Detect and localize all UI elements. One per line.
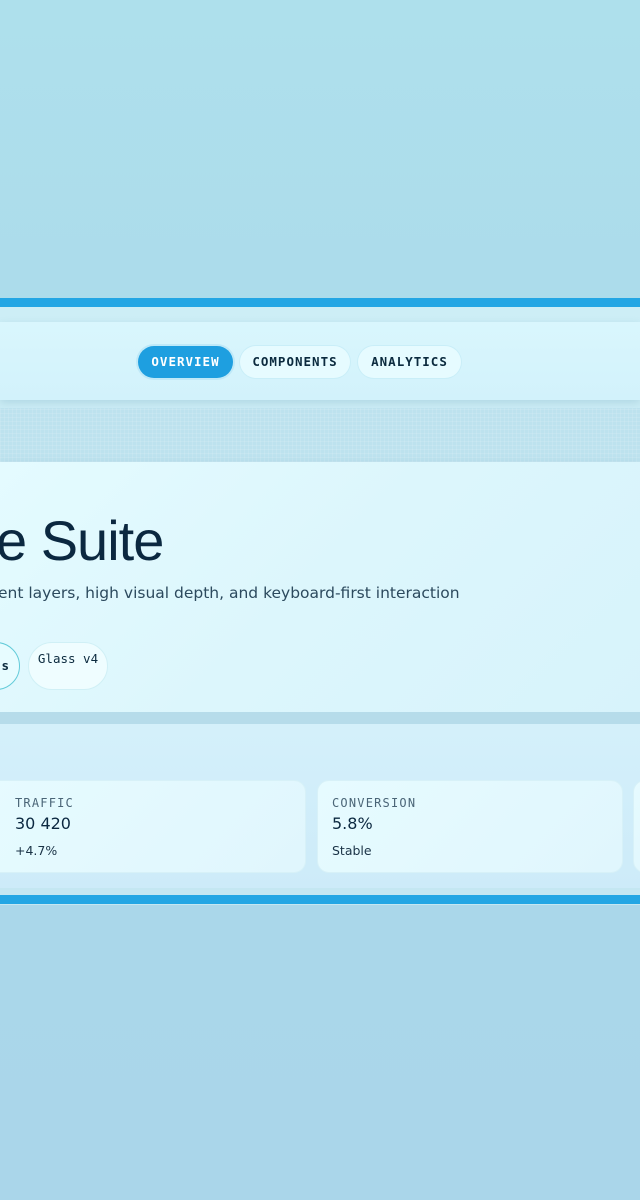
tab-overview[interactable]: OVERVIEW <box>138 346 233 378</box>
stat-delta: Stable <box>332 843 372 858</box>
stats-section: TRAFFIC 30 420 +4.7% CONVERSION 5.8% Sta… <box>0 724 640 888</box>
page: OVERVIEW COMPONENTS ANALYTICS e Suite en… <box>0 0 640 1200</box>
stat-label: TRAFFIC <box>15 796 74 810</box>
hero-chip-primary[interactable]: s <box>0 642 20 690</box>
stat-label: CONVERSION <box>332 796 417 810</box>
stat-value: 5.8% <box>332 814 373 833</box>
top-accent-bar <box>0 298 640 307</box>
app-frame: OVERVIEW COMPONENTS ANALYTICS e Suite en… <box>0 298 640 905</box>
stat-card-partial <box>633 780 640 873</box>
stat-value: 30 420 <box>15 814 71 833</box>
hero-panel: e Suite ent layers, high visual depth, a… <box>0 462 640 712</box>
textured-divider <box>0 408 640 462</box>
stat-card-conversion: CONVERSION 5.8% Stable <box>317 780 623 873</box>
section-divider <box>0 712 640 724</box>
stat-delta: +4.7% <box>15 843 58 858</box>
tab-components[interactable]: COMPONENTS <box>240 346 350 378</box>
page-subtitle: ent layers, high visual depth, and keybo… <box>0 584 460 602</box>
top-navbar: OVERVIEW COMPONENTS ANALYTICS <box>0 322 640 400</box>
stat-card-traffic: TRAFFIC 30 420 +4.7% <box>0 780 306 873</box>
hero-chip-version[interactable]: Glass v4 <box>28 642 108 690</box>
tab-analytics[interactable]: ANALYTICS <box>358 346 461 378</box>
bottom-accent-bar <box>0 895 640 904</box>
page-title: e Suite <box>0 509 164 572</box>
